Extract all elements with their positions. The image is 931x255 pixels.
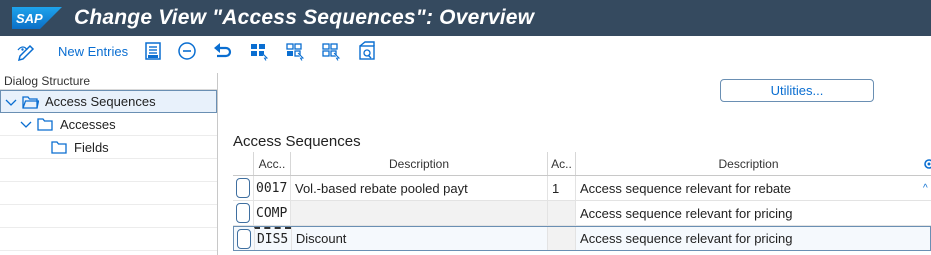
folder-icon <box>37 117 54 131</box>
chevron-down-icon[interactable] <box>4 97 18 107</box>
cell-access-sequence[interactable]: DIS5 <box>253 227 291 250</box>
column-header-description-2[interactable]: Description <box>575 152 921 175</box>
chevron-down-icon[interactable] <box>19 119 33 129</box>
column-header-access-sequence[interactable]: Acc.. <box>253 152 290 175</box>
column-header-description[interactable]: Description <box>290 152 547 175</box>
sap-logo: SAP <box>12 7 62 29</box>
deselect-all-icon[interactable] <box>320 40 342 62</box>
row-selector[interactable] <box>234 227 254 250</box>
row-selector[interactable] <box>233 201 253 225</box>
cell-description[interactable]: Discount <box>290 227 547 250</box>
cell-description[interactable] <box>290 201 547 225</box>
sap-logo-text: SAP <box>16 11 43 26</box>
title-bar: SAP Change View "Access Sequences": Over… <box>0 0 931 36</box>
utilities-button[interactable]: Utilities... <box>720 79 874 102</box>
cell-description-2: Access sequence relevant for pricing <box>575 201 921 225</box>
cell-description-2: Access sequence relevant for rebate <box>575 176 921 200</box>
tree-empty-row <box>0 228 217 251</box>
tree-item-label: Accesses <box>60 116 116 132</box>
access-sequences-table: Acc.. Description Ac.. Description 0017 … <box>233 152 931 251</box>
scroll-up-icon[interactable]: ^ <box>921 176 931 200</box>
select-all-icon[interactable] <box>248 40 270 62</box>
copy-as-icon[interactable] <box>142 40 164 62</box>
edit-display-icon[interactable] <box>16 40 38 62</box>
cell-access-category[interactable]: 1 <box>547 176 575 200</box>
toolbar: New Entries <box>0 36 931 66</box>
cell-access-sequence[interactable]: 0017 <box>253 176 290 200</box>
tree-empty-row <box>0 182 217 205</box>
new-entries-button[interactable]: New Entries <box>58 44 128 59</box>
tree-empty-row <box>0 159 217 182</box>
row-selector[interactable] <box>233 176 253 200</box>
cell-access-category[interactable] <box>547 227 576 250</box>
undo-icon[interactable] <box>212 40 234 62</box>
cell-description[interactable]: Vol.-based rebate pooled payt <box>290 176 547 200</box>
tree-item-label: Access Sequences <box>45 94 156 109</box>
table-row[interactable]: COMP Access sequence relevant for pricin… <box>233 201 931 226</box>
tree-item-label: Fields <box>74 139 109 155</box>
table-row[interactable]: 0017 Vol.-based rebate pooled payt 1 Acc… <box>233 176 931 201</box>
select-block-icon[interactable] <box>284 40 306 62</box>
table-row-selected[interactable]: DIS5 Discount Access sequence relevant f… <box>233 226 931 251</box>
delete-icon[interactable] <box>176 40 198 62</box>
folder-open-icon <box>22 95 39 109</box>
dialog-structure-header: Dialog Structure <box>0 73 217 90</box>
column-header-access-category[interactable]: Ac.. <box>547 152 575 175</box>
table-settings-icon[interactable] <box>921 152 931 175</box>
configure-icon[interactable] <box>356 40 378 62</box>
folder-icon <box>51 140 68 154</box>
section-title: Access Sequences <box>233 133 361 150</box>
tree-empty-row <box>0 205 217 228</box>
scrollbar-track[interactable] <box>921 201 931 225</box>
scrollbar-track[interactable] <box>920 227 930 250</box>
cell-description-2: Access sequence relevant for pricing <box>575 227 920 250</box>
cell-access-sequence[interactable]: COMP <box>253 201 290 225</box>
cell-access-category[interactable] <box>547 201 575 225</box>
table-header: Acc.. Description Ac.. Description <box>233 152 931 176</box>
dialog-structure-panel: Dialog Structure Access Sequences Access… <box>0 73 218 255</box>
tree-item-fields[interactable]: Fields <box>0 136 217 159</box>
tree-item-accesses[interactable]: Accesses <box>0 113 217 136</box>
select-column-header[interactable] <box>233 152 253 175</box>
window-title: Change View "Access Sequences": Overview <box>74 6 535 29</box>
tree-item-access-sequences[interactable]: Access Sequences <box>0 90 217 113</box>
